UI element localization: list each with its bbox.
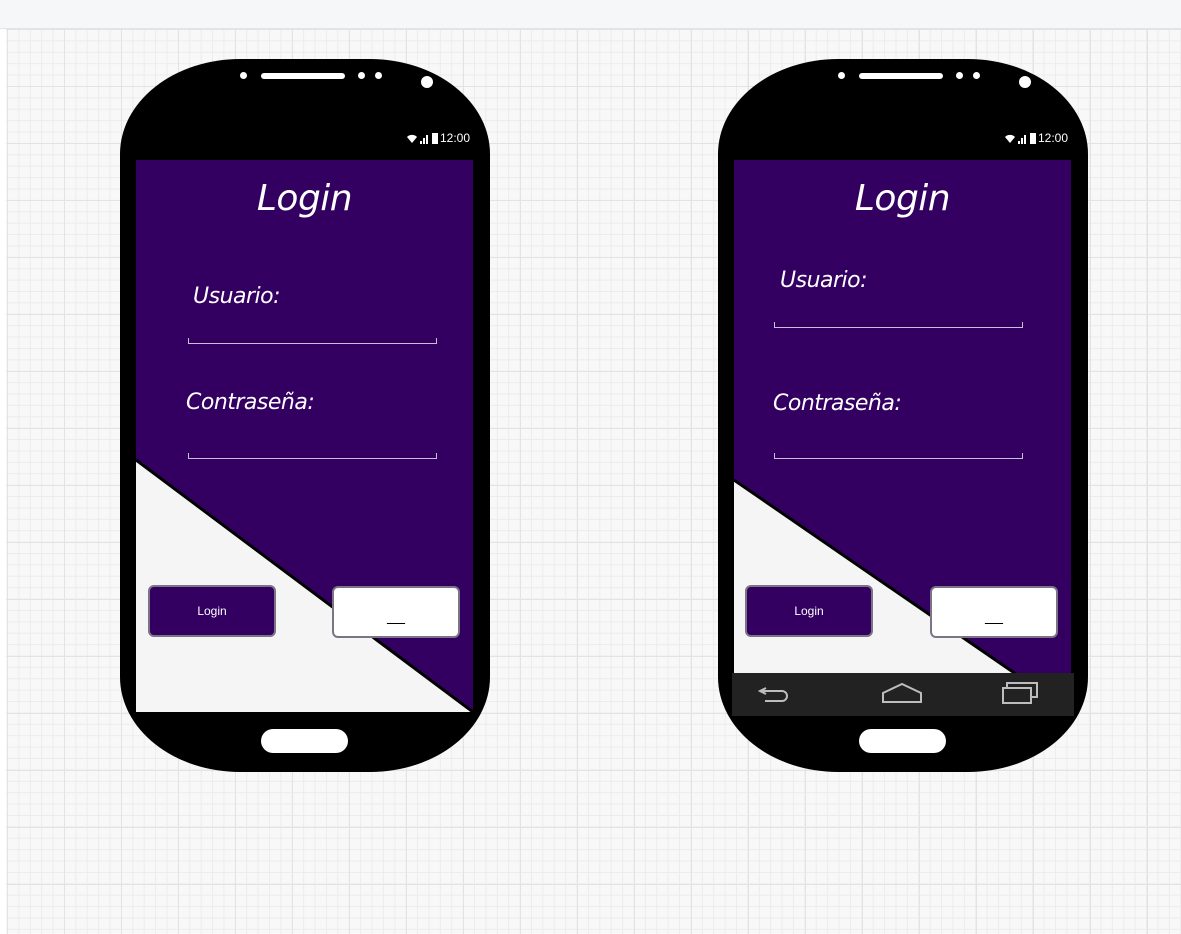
secondary-button[interactable]: __ (930, 586, 1058, 638)
sensor-dot-icon (375, 72, 382, 79)
app-screen: Login Usuario: Contraseña: Login __ (136, 160, 473, 712)
page-title: Login (256, 178, 353, 219)
signal-icon (1017, 134, 1026, 144)
password-label: Contraseña: (773, 391, 902, 416)
sensor-dot-icon (956, 72, 963, 79)
status-bar: 12:00 (406, 131, 470, 145)
front-camera-icon (1019, 76, 1031, 88)
speaker-grille (859, 73, 943, 79)
login-button[interactable]: Login (148, 585, 276, 637)
page-title: Login (854, 178, 951, 219)
battery-icon (1029, 133, 1036, 144)
username-input[interactable] (188, 338, 437, 344)
home-icon[interactable] (880, 679, 924, 709)
sensor-dot-icon (240, 72, 247, 79)
wifi-icon (1004, 134, 1015, 143)
login-button[interactable]: Login (745, 585, 873, 637)
editor-toolbar-strip (0, 0, 1181, 29)
status-bar: 12:00 (1004, 131, 1068, 145)
front-camera-icon (421, 76, 433, 88)
password-label: Contraseña: (186, 390, 315, 415)
speaker-grille (261, 73, 345, 79)
password-input[interactable] (774, 453, 1023, 459)
status-time: 12:00 (1037, 131, 1068, 145)
phone-mockup-1[interactable]: 12:00 Login Usuario: Contraseña: Login _… (120, 59, 490, 772)
status-time: 12:00 (439, 131, 470, 145)
hardware-home-button[interactable] (261, 729, 348, 753)
back-icon[interactable] (756, 679, 796, 709)
recents-icon[interactable] (997, 678, 1041, 708)
username-input[interactable] (774, 322, 1023, 328)
app-screen: Login Usuario: Contraseña: Login __ (734, 160, 1071, 712)
secondary-button[interactable]: __ (332, 586, 460, 638)
sensor-dot-icon (838, 72, 845, 79)
signal-icon (419, 134, 428, 144)
user-label: Usuario: (193, 284, 281, 309)
sensor-dot-icon (358, 72, 365, 79)
hardware-home-button[interactable] (859, 729, 946, 753)
android-nav-bar (732, 673, 1074, 716)
phone-mockup-2[interactable]: 12:00 Login Usuario: Contraseña: Login _… (718, 59, 1088, 772)
wifi-icon (406, 134, 417, 143)
user-label: Usuario: (780, 268, 868, 293)
sensor-dot-icon (973, 72, 980, 79)
password-input[interactable] (188, 453, 437, 459)
battery-icon (431, 133, 438, 144)
